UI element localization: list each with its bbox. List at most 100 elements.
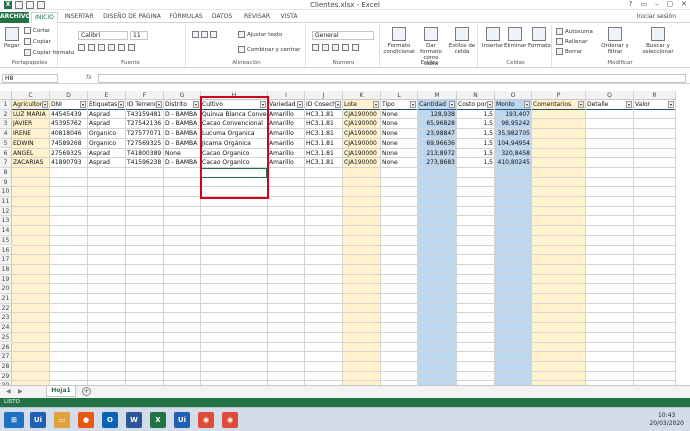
table-cell[interactable]: None (381, 129, 417, 139)
fill-color-icon[interactable] (118, 44, 125, 51)
column-header-c[interactable]: C (12, 91, 50, 100)
filter-dropdown-icon[interactable]: ▾ (118, 101, 124, 108)
table-cell[interactable] (586, 139, 633, 149)
table-cell[interactable]: None (381, 110, 417, 120)
table-cell[interactable]: HC3.1.81 (305, 119, 342, 129)
row-header[interactable]: 5 (0, 138, 12, 149)
table-cell[interactable] (586, 158, 633, 168)
table-cell[interactable] (634, 139, 675, 149)
signin-link[interactable]: Iniciar sesión (637, 13, 676, 20)
table-cell[interactable]: 1,5 (457, 110, 494, 120)
table-cell[interactable]: CJA190000 (343, 129, 380, 139)
border-icon[interactable] (108, 44, 115, 51)
table-cell[interactable]: None (381, 119, 417, 129)
insert-button[interactable]: Insertar (482, 27, 503, 49)
column-header-o[interactable]: O (495, 91, 532, 100)
filter-dropdown-icon[interactable]: ▾ (487, 101, 493, 108)
thousands-icon[interactable] (332, 44, 339, 51)
worksheet-grid[interactable]: C D E F G H I J K L M N O P Q R 1 2 3 4 5 6 7 8 9 10 11 12 13 14 15 16 1… (0, 91, 690, 385)
table-cell[interactable]: 65,96828 (418, 119, 456, 129)
column-header-f[interactable]: F (126, 91, 164, 100)
filter-dropdown-icon[interactable]: ▾ (80, 101, 86, 108)
word-icon[interactable]: W (126, 412, 142, 428)
table-cell[interactable]: T41800389 (126, 149, 163, 159)
row-header[interactable]: 15 (0, 235, 12, 246)
filter-dropdown-icon[interactable]: ▾ (373, 101, 379, 108)
sheet-tab-hoja1[interactable]: Hoja1 (46, 386, 76, 397)
table-cell[interactable]: T27569325 (126, 139, 163, 149)
row-header[interactable]: 4 (0, 129, 12, 139)
table-cell[interactable]: 320,8458 (495, 149, 531, 159)
table-cell[interactable]: Asprad (88, 149, 125, 159)
table-cell[interactable]: 128,938 (418, 110, 456, 120)
table-cell[interactable]: 273,8683 (418, 158, 456, 168)
row-header[interactable]: 17 (0, 255, 12, 265)
table-cell[interactable]: CJA190000 (343, 119, 380, 129)
conditional-format-button[interactable]: Formato condicional (383, 27, 415, 55)
selected-cell[interactable] (201, 167, 267, 178)
column-header-i[interactable]: I (268, 91, 305, 100)
number-format-select[interactable]: General (312, 31, 374, 40)
row-header[interactable]: 19 (0, 274, 12, 285)
table-cell[interactable] (532, 129, 585, 139)
table-cell[interactable]: Amarillo (268, 139, 304, 149)
tab-vista[interactable]: VISTA (278, 12, 300, 23)
table-cell[interactable]: 1,5 (457, 149, 494, 159)
table-cell[interactable] (634, 119, 675, 129)
column-header-n[interactable]: N (457, 91, 495, 100)
column-header-q[interactable]: Q (586, 91, 634, 100)
table-cell[interactable] (532, 110, 585, 120)
row-header[interactable]: 18 (0, 264, 12, 275)
table-cell[interactable]: 98,95242 (495, 119, 531, 129)
currency-icon[interactable] (312, 44, 319, 51)
table-cell[interactable]: HC3.1.81 (305, 139, 342, 149)
row-header[interactable]: 25 (0, 332, 12, 343)
table-cell[interactable]: Amarillo (268, 119, 304, 129)
formula-input[interactable] (98, 74, 686, 83)
delete-button[interactable]: Eliminar (504, 27, 527, 49)
table-cell[interactable]: Amarillo (268, 129, 304, 139)
table-cell[interactable] (634, 129, 675, 139)
table-cell[interactable]: 74589268 (50, 139, 87, 149)
chrome-icon[interactable]: ◉ (198, 412, 214, 428)
filter-dropdown-icon[interactable]: ▾ (668, 101, 674, 108)
system-clock[interactable]: 10:43 20/03/2020 (649, 412, 684, 428)
table-cell[interactable]: None (381, 158, 417, 168)
column-header-g[interactable]: G (164, 91, 201, 100)
filter-dropdown-icon[interactable]: ▾ (578, 101, 584, 108)
row-header[interactable]: 9 (0, 177, 12, 188)
add-sheet-icon[interactable]: + (82, 387, 91, 396)
outlook-icon[interactable]: O (102, 412, 118, 428)
table-cell[interactable]: D - BAMBA (164, 119, 200, 129)
column-header-l[interactable]: L (381, 91, 418, 100)
table-cell[interactable]: ZACARIAS (12, 158, 49, 168)
column-header-m[interactable]: M (418, 91, 457, 100)
excel-icon[interactable]: X (150, 412, 166, 428)
format-painter-button[interactable]: Copiar formato (24, 49, 74, 56)
filter-dropdown-icon[interactable]: ▾ (524, 101, 530, 108)
firefox-icon[interactable]: ● (78, 412, 94, 428)
uipath-icon[interactable]: Ui (30, 412, 46, 428)
tab-diseno-pagina[interactable]: DISEÑO DE PÁGINA (100, 12, 164, 23)
table-cell[interactable]: 193,407 (495, 110, 531, 120)
table-cell[interactable]: 1,5 (457, 139, 494, 149)
table-cell[interactable]: 1,5 (457, 119, 494, 129)
row-header[interactable]: 7 (0, 158, 12, 168)
decrease-decimal-icon[interactable] (352, 44, 359, 51)
table-cell[interactable]: D - BAMBA (164, 139, 200, 149)
row-header[interactable]: 6 (0, 148, 12, 159)
fill-button[interactable]: Rellenar (556, 38, 588, 45)
filter-dropdown-icon[interactable]: ▾ (410, 101, 416, 108)
table-cell[interactable] (586, 129, 633, 139)
cell-styles-button[interactable]: Estilos de celda (448, 27, 476, 55)
row-header[interactable]: 29 (0, 371, 12, 382)
table-cell[interactable] (586, 149, 633, 159)
row-header[interactable]: 16 (0, 245, 12, 256)
start-button[interactable]: ⊞ (4, 412, 24, 428)
table-cell[interactable]: 410,80245 (495, 158, 531, 168)
table-cell[interactable]: T43159481 (126, 110, 163, 120)
table-cell[interactable]: Amarillo (268, 149, 304, 159)
table-cell[interactable]: JAVIER (12, 119, 49, 129)
clear-button[interactable]: Borrar (556, 48, 582, 55)
filter-dropdown-icon[interactable]: ▾ (335, 101, 341, 108)
